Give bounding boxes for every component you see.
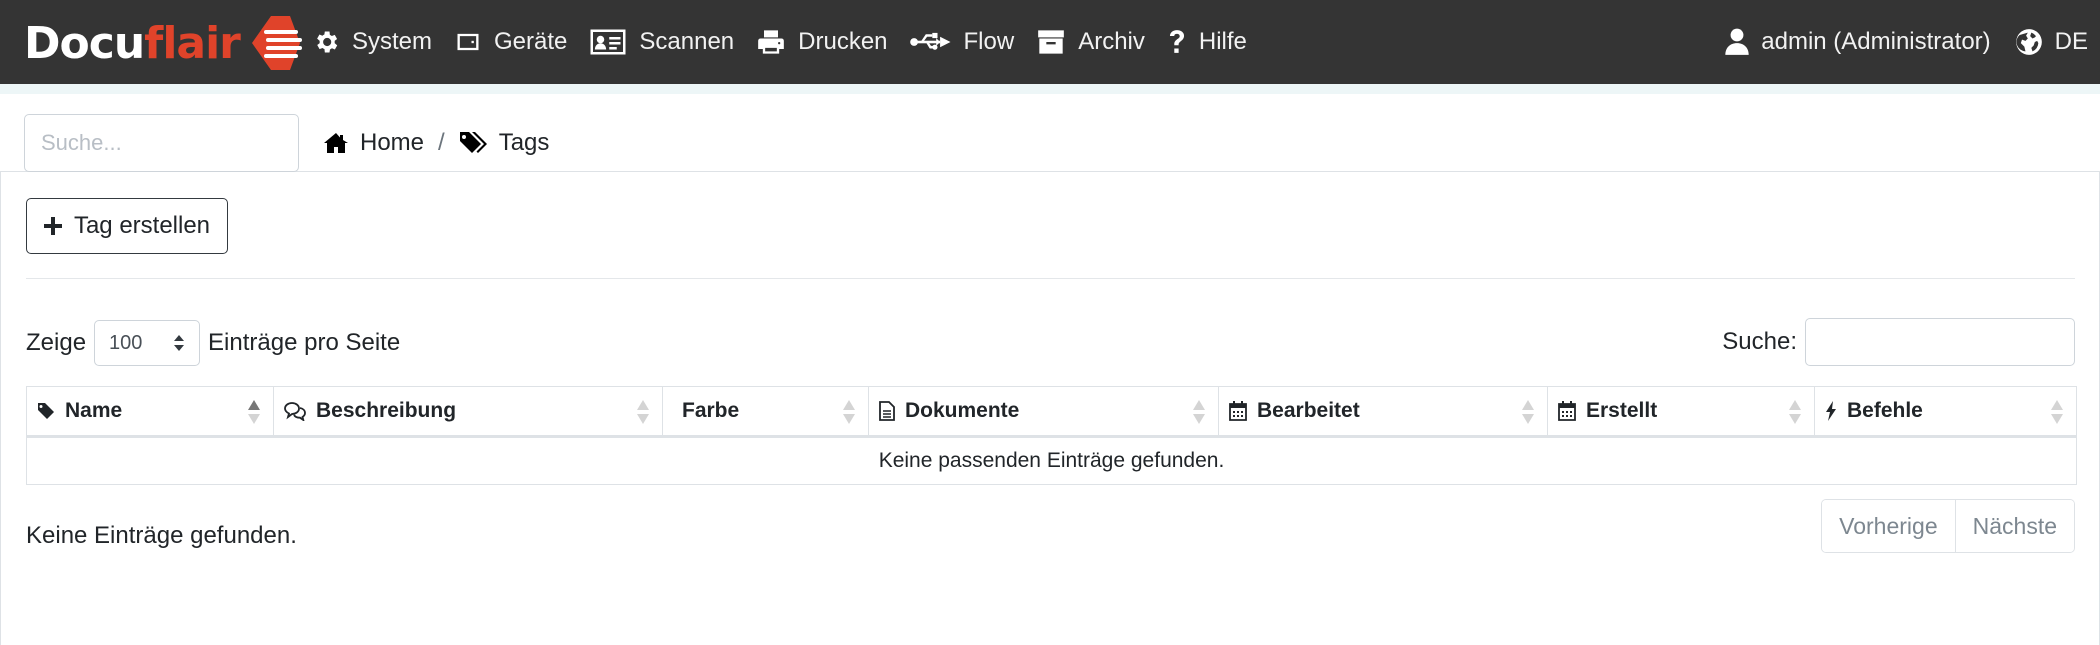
table-filter-label: Suche:	[1722, 328, 1797, 355]
id-card-icon	[590, 29, 626, 55]
column-header-name[interactable]: Name	[26, 386, 274, 438]
divider	[26, 278, 2075, 279]
usb-icon	[909, 32, 951, 50]
sort-icon	[843, 400, 855, 424]
create-tag-label: Tag erstellen	[73, 212, 211, 239]
sort-icon	[1522, 400, 1534, 424]
column-header-befehle[interactable]: Befehle	[1814, 386, 2077, 438]
breadcrumb-home-label: Home	[360, 129, 425, 156]
page-length-prefix: Zeige	[26, 329, 87, 356]
nav-hilfe[interactable]: Hilfe	[1167, 0, 1247, 84]
column-header-erstellt[interactable]: Erstellt	[1547, 386, 1815, 438]
question-icon	[1169, 30, 1184, 53]
column-erstellt-label: Erstellt	[1586, 399, 1658, 422]
sort-ascending-icon	[248, 400, 260, 424]
page-length-value: 100	[109, 331, 143, 354]
home-icon	[324, 133, 348, 153]
select-arrows-icon	[174, 335, 185, 351]
nav-hilfe-label: Hilfe	[1198, 28, 1247, 55]
plus-icon	[43, 217, 62, 235]
docuflair-logo-icon	[251, 16, 302, 70]
user-menu[interactable]: admin (Administrator)	[1725, 0, 1991, 84]
tags-table: Name Beschreibung Farbe Dokumente Bearbe…	[26, 386, 2077, 485]
nav-flow-label: Flow	[963, 28, 1015, 55]
printer-icon	[758, 30, 784, 54]
globe-icon	[2015, 29, 2042, 55]
column-beschreibung-label: Beschreibung	[316, 399, 457, 422]
sort-icon	[1193, 400, 1205, 424]
page-length-select[interactable]: 100	[94, 320, 201, 366]
column-bearbeitet-label: Bearbeitet	[1257, 399, 1360, 422]
nav-drucken[interactable]: Drucken	[756, 0, 888, 84]
language-label: DE	[2054, 28, 2088, 55]
gear-icon	[317, 31, 338, 53]
brand-logo[interactable]: Docuflair	[24, 14, 304, 72]
nav-geraete-label: Geräte	[494, 28, 568, 55]
nav-system-label: System	[352, 28, 433, 55]
nav-drucken-label: Drucken	[798, 28, 888, 55]
column-name-label: Name	[65, 399, 123, 422]
column-dokumente-label: Dokumente	[905, 399, 1020, 422]
page-length-suffix: Einträge pro Seite	[208, 329, 401, 356]
user-icon	[1725, 28, 1749, 55]
previous-page-button[interactable]: Vorherige	[1822, 500, 1955, 552]
empty-table-message: Keine passenden Einträge gefunden.	[26, 436, 2077, 485]
table-header-row: Name Beschreibung Farbe Dokumente Bearbe…	[26, 386, 2077, 438]
archive-icon	[1038, 30, 1065, 54]
column-farbe-label: Farbe	[682, 399, 740, 422]
sort-icon	[637, 400, 649, 424]
breadcrumb-current-label: Tags	[498, 129, 550, 156]
brand-name: Docuflair	[24, 17, 241, 69]
column-befehle-label: Befehle	[1847, 399, 1923, 422]
device-icon	[457, 33, 479, 51]
comments-icon	[284, 402, 306, 421]
tags-icon	[459, 132, 487, 153]
column-header-bearbeitet[interactable]: Bearbeitet	[1218, 386, 1548, 438]
language-menu[interactable]: DE	[2015, 0, 2088, 84]
calendar-icon	[1229, 401, 1247, 421]
column-header-dokumente[interactable]: Dokumente	[868, 386, 1219, 438]
bolt-icon	[1826, 401, 1836, 421]
column-header-farbe[interactable]: Farbe	[662, 386, 869, 438]
nav-archiv[interactable]: Archiv	[1036, 0, 1145, 84]
tag-icon	[38, 403, 54, 419]
file-icon	[879, 401, 895, 421]
table-filter: Suche:	[1722, 318, 2075, 366]
nav-scannen-label: Scannen	[639, 28, 735, 55]
nav-archiv-label: Archiv	[1078, 28, 1145, 55]
create-tag-button[interactable]: Tag erstellen	[26, 198, 228, 254]
next-page-button[interactable]: Nächste	[1954, 500, 2074, 552]
breadcrumb-separator: /	[438, 129, 445, 156]
user-name: admin (Administrator)	[1761, 28, 1991, 55]
global-search-input[interactable]	[24, 114, 299, 172]
table-filter-input[interactable]	[1805, 318, 2075, 366]
nav-geraete[interactable]: Geräte	[454, 0, 567, 84]
breadcrumb: Home / Tags	[324, 114, 549, 172]
table-row: Keine passenden Einträge gefunden.	[26, 436, 2077, 485]
calendar-icon	[1558, 401, 1576, 421]
sort-icon	[2051, 400, 2063, 424]
page-length-control: Zeige 100 Einträge pro Seite	[26, 319, 400, 367]
breadcrumb-current: Tags	[459, 129, 550, 157]
search-breadcrumb-bar: Home / Tags	[0, 84, 2100, 172]
column-header-beschreibung[interactable]: Beschreibung	[273, 386, 663, 438]
nav-system[interactable]: System	[312, 0, 432, 84]
sort-icon	[1789, 400, 1801, 424]
nav-flow[interactable]: Flow	[909, 0, 1015, 84]
nav-scannen[interactable]: Scannen	[589, 0, 734, 84]
pagination: Vorherige Nächste	[1821, 499, 2075, 553]
breadcrumb-home[interactable]: Home	[324, 129, 424, 157]
table-info: Keine Einträge gefunden.	[26, 522, 297, 549]
main-content: Tag erstellen Zeige 100 Einträge pro Sei…	[0, 172, 2100, 645]
top-navbar: Docuflair System Geräte Scannen Drucken	[0, 0, 2100, 84]
